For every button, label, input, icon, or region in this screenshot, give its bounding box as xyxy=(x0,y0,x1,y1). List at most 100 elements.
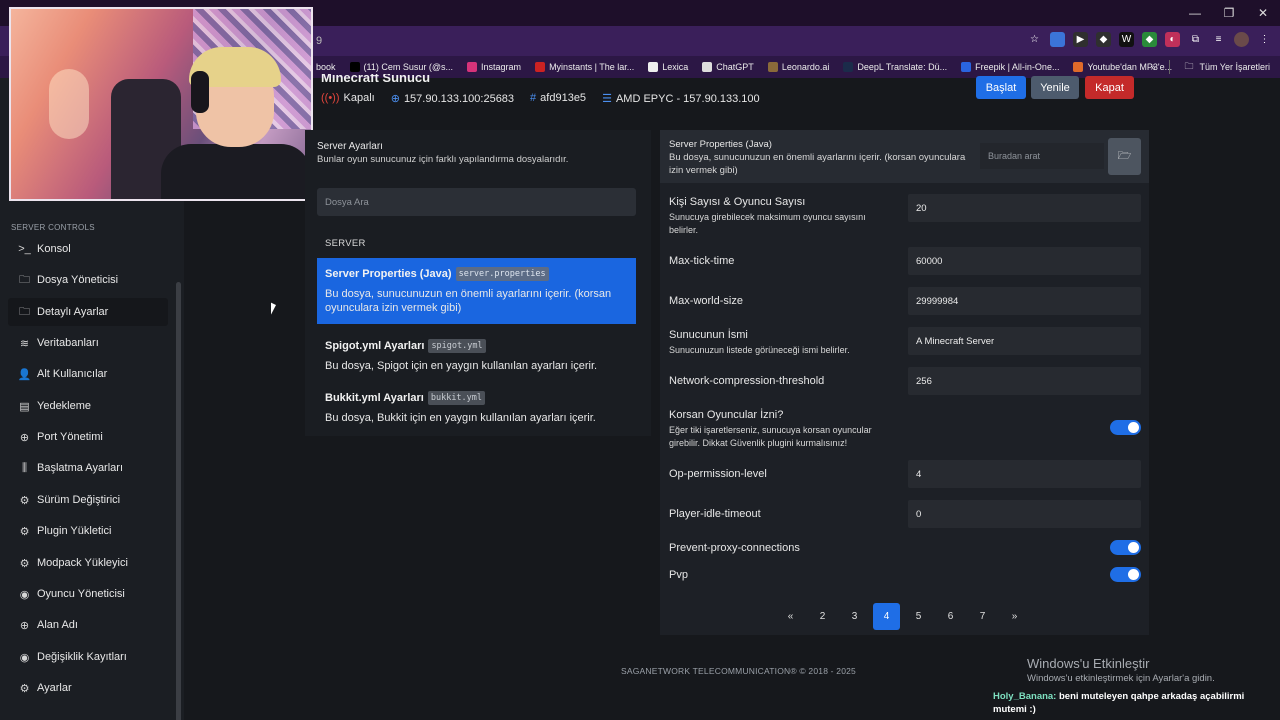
property-input[interactable] xyxy=(908,287,1141,315)
extension-icon[interactable]: W xyxy=(1119,32,1134,47)
property-input[interactable] xyxy=(908,247,1141,275)
bookmark-item[interactable]: book xyxy=(316,62,336,72)
bookmark-icon xyxy=(961,62,972,72)
refresh-button[interactable]: Yenile xyxy=(1031,76,1079,99)
property-input[interactable] xyxy=(908,194,1141,222)
sidebar-item-plugin-y-kletici[interactable]: ⚙ Plugin Yükletici xyxy=(8,517,168,545)
bookmark-icon xyxy=(467,62,478,72)
config-file-description: Bu dosya, Spigot için en yaygın kullanıl… xyxy=(325,360,598,372)
sidebar-item-de-i-iklik-kay-tlar-[interactable]: ◉ Değişiklik Kayıtları xyxy=(8,643,168,671)
bookmarks-more-icon[interactable]: » xyxy=(1150,62,1155,72)
sidebar-scrollbar[interactable] xyxy=(176,282,181,720)
sidebar-item-label: Ayarlar xyxy=(37,682,72,694)
property-description: Eğer tiki işaretlerseniz, sunucuya korsa… xyxy=(669,425,872,448)
sidebar-item-ba-latma-ayarlar-[interactable]: ⫼ Başlatma Ayarları xyxy=(8,454,168,482)
config-file-item[interactable]: Server Properties (Java) server.propertie… xyxy=(317,258,636,324)
bookmark-item[interactable]: DeepL Translate: Dü... xyxy=(843,62,947,72)
star-icon[interactable]: ☆ xyxy=(1027,32,1042,47)
sidebar-item-modpack-y-kleyici[interactable]: ⚙ Modpack Yükleyici xyxy=(8,549,168,577)
users-icon: 👤 xyxy=(17,368,32,381)
page-button[interactable]: 7 xyxy=(969,603,996,630)
bookmark-label: Instagram xyxy=(481,62,522,72)
sidebar-item-oyuncu-y-neticisi[interactable]: ◉ Oyuncu Yöneticisi xyxy=(8,580,168,608)
shield-icon[interactable]: ◆ xyxy=(1142,32,1157,47)
sidebar-item-label: Modpack Yükleyici xyxy=(37,557,128,569)
property-input[interactable] xyxy=(908,460,1141,488)
property-input[interactable] xyxy=(908,500,1141,528)
property-label: Max-world-size xyxy=(669,295,743,307)
minimize-icon[interactable]: — xyxy=(1178,0,1212,26)
windows-activation-watermark: Windows'u Etkinleştir Windows'u etkinleş… xyxy=(1027,656,1215,684)
sidebar-item-veritabanlar-[interactable]: ≋ Veritabanları xyxy=(8,329,168,357)
config-file-item[interactable]: Spigot.yml Ayarları spigot.yml Bu dosya, S… xyxy=(317,330,636,373)
property-label: Pvp xyxy=(669,569,688,581)
bookmark-item[interactable]: Lexica xyxy=(648,62,688,72)
config-file-title: Server Properties (Java) xyxy=(325,268,452,280)
property-label: Player-idle-timeout xyxy=(669,508,761,520)
page-button[interactable]: 4 xyxy=(873,603,900,630)
sidebar-item-s-r-m-de-i-tirici[interactable]: ⚙ Sürüm Değiştirici xyxy=(8,486,168,514)
database-icon: ≋ xyxy=(19,337,30,350)
file-search-input[interactable] xyxy=(317,188,636,216)
puzzle-icon[interactable]: ⧉ xyxy=(1188,32,1203,47)
sidebar-item-port-y-netimi[interactable]: ⊕ Port Yönetimi xyxy=(8,423,168,451)
properties-search-input[interactable] xyxy=(980,143,1104,169)
avatar[interactable] xyxy=(1234,32,1249,47)
page-button[interactable]: 2 xyxy=(809,603,836,630)
broadcast-icon: ((•)) xyxy=(321,92,340,104)
server-icon: ☰ xyxy=(602,92,612,105)
config-file-name: Spigot.yml Ayarları spigot.yml xyxy=(325,339,628,353)
shield-icon[interactable]: ◆ xyxy=(1096,32,1111,47)
page-button[interactable]: 6 xyxy=(937,603,964,630)
page-next-button[interactable]: » xyxy=(1001,603,1028,630)
all-bookmarks-link[interactable]: Tüm Yer İşaretleri xyxy=(1199,62,1270,72)
sidebar-item-ayarlar[interactable]: ⚙ Ayarlar xyxy=(8,674,168,702)
property-input[interactable] xyxy=(908,367,1141,395)
page-prev-button[interactable]: « xyxy=(777,603,804,630)
bookmark-item[interactable]: Myinstants | The lar... xyxy=(535,62,634,72)
bookmark-label: (11) Cem Susur (@s... xyxy=(363,62,454,72)
sidebar-item-alan-ad-[interactable]: ⊕ Alan Adı xyxy=(8,611,168,639)
start-button[interactable]: Başlat xyxy=(976,76,1026,99)
menu-icon[interactable]: ⋮ xyxy=(1257,32,1272,47)
property-toggle[interactable] xyxy=(1110,540,1141,555)
page-button[interactable]: 5 xyxy=(905,603,932,630)
bookmark-item[interactable]: ChatGPT xyxy=(702,62,754,72)
url-text[interactable]: 9 xyxy=(316,35,322,47)
config-file-title: Spigot.yml Ayarları xyxy=(325,340,425,352)
sidebar-item-dosya-y-neticisi[interactable]: 🗀 Dosya Yöneticisi xyxy=(8,266,168,294)
pagination: «2 3 4 5 6 7» xyxy=(777,603,1028,630)
extension-icon[interactable]: ▶ xyxy=(1073,32,1088,47)
sidebar-item-label: Veritabanları xyxy=(37,337,99,349)
properties-header: Server Properties (Java) Bu dosya, sunuc… xyxy=(660,130,1149,183)
sidebar-item-alt-kullan-c-lar[interactable]: 👤 Alt Kullanıcılar xyxy=(8,360,168,388)
bookmark-item[interactable]: Leonardo.ai xyxy=(767,62,829,72)
config-file-item[interactable]: Bukkit.yml Ayarları bukkit.yml Bu dosya, B… xyxy=(317,382,636,425)
property-toggle[interactable] xyxy=(1110,420,1141,435)
gear-icon: ⚙ xyxy=(19,557,30,570)
bookmark-item[interactable]: (11) Cem Susur (@s... xyxy=(349,62,454,72)
property-input[interactable] xyxy=(908,327,1141,355)
sidebar-item-label: Sürüm Değiştirici xyxy=(37,494,121,506)
bookmark-item[interactable]: Freepik | All-in-One... xyxy=(961,62,1059,72)
sidebar-item-detayl-ayarlar[interactable]: 🗀 Detaylı Ayarlar xyxy=(8,298,168,326)
page-button[interactable]: 3 xyxy=(841,603,868,630)
property-label: Kişi Sayısı & Oyuncu Sayısı xyxy=(669,196,806,208)
sidebar-item-konsol[interactable]: >_ Konsol xyxy=(8,235,168,263)
property-toggle[interactable] xyxy=(1110,567,1141,582)
bookmark-item[interactable]: Instagram xyxy=(467,62,521,72)
extension-icon[interactable]: ◐ xyxy=(1165,32,1180,47)
sidebar-item-label: Plugin Yükletici xyxy=(37,525,112,537)
close-icon[interactable]: ✕ xyxy=(1246,0,1280,26)
server-info: ((•)) Kapalı ⊕ 157.90.133.100:25683 # afd91… xyxy=(321,90,760,106)
server-id: # afd913e5 xyxy=(530,92,587,104)
sidebar-item-yedekleme[interactable]: ▤ Yedekleme xyxy=(8,392,168,420)
extension-icon[interactable] xyxy=(1050,32,1065,47)
stop-button[interactable]: Kapat xyxy=(1085,76,1134,99)
property-label: Korsan Oyuncular İzni? xyxy=(669,409,784,421)
restore-icon[interactable]: ❐ xyxy=(1212,0,1246,26)
folder-open-button[interactable]: 🗁 xyxy=(1108,138,1141,175)
sidebar-item-label: Yedekleme xyxy=(37,400,92,412)
queue-icon[interactable]: ≡ xyxy=(1211,32,1226,47)
watermark-title: Windows'u Etkinleştir xyxy=(1027,656,1150,671)
